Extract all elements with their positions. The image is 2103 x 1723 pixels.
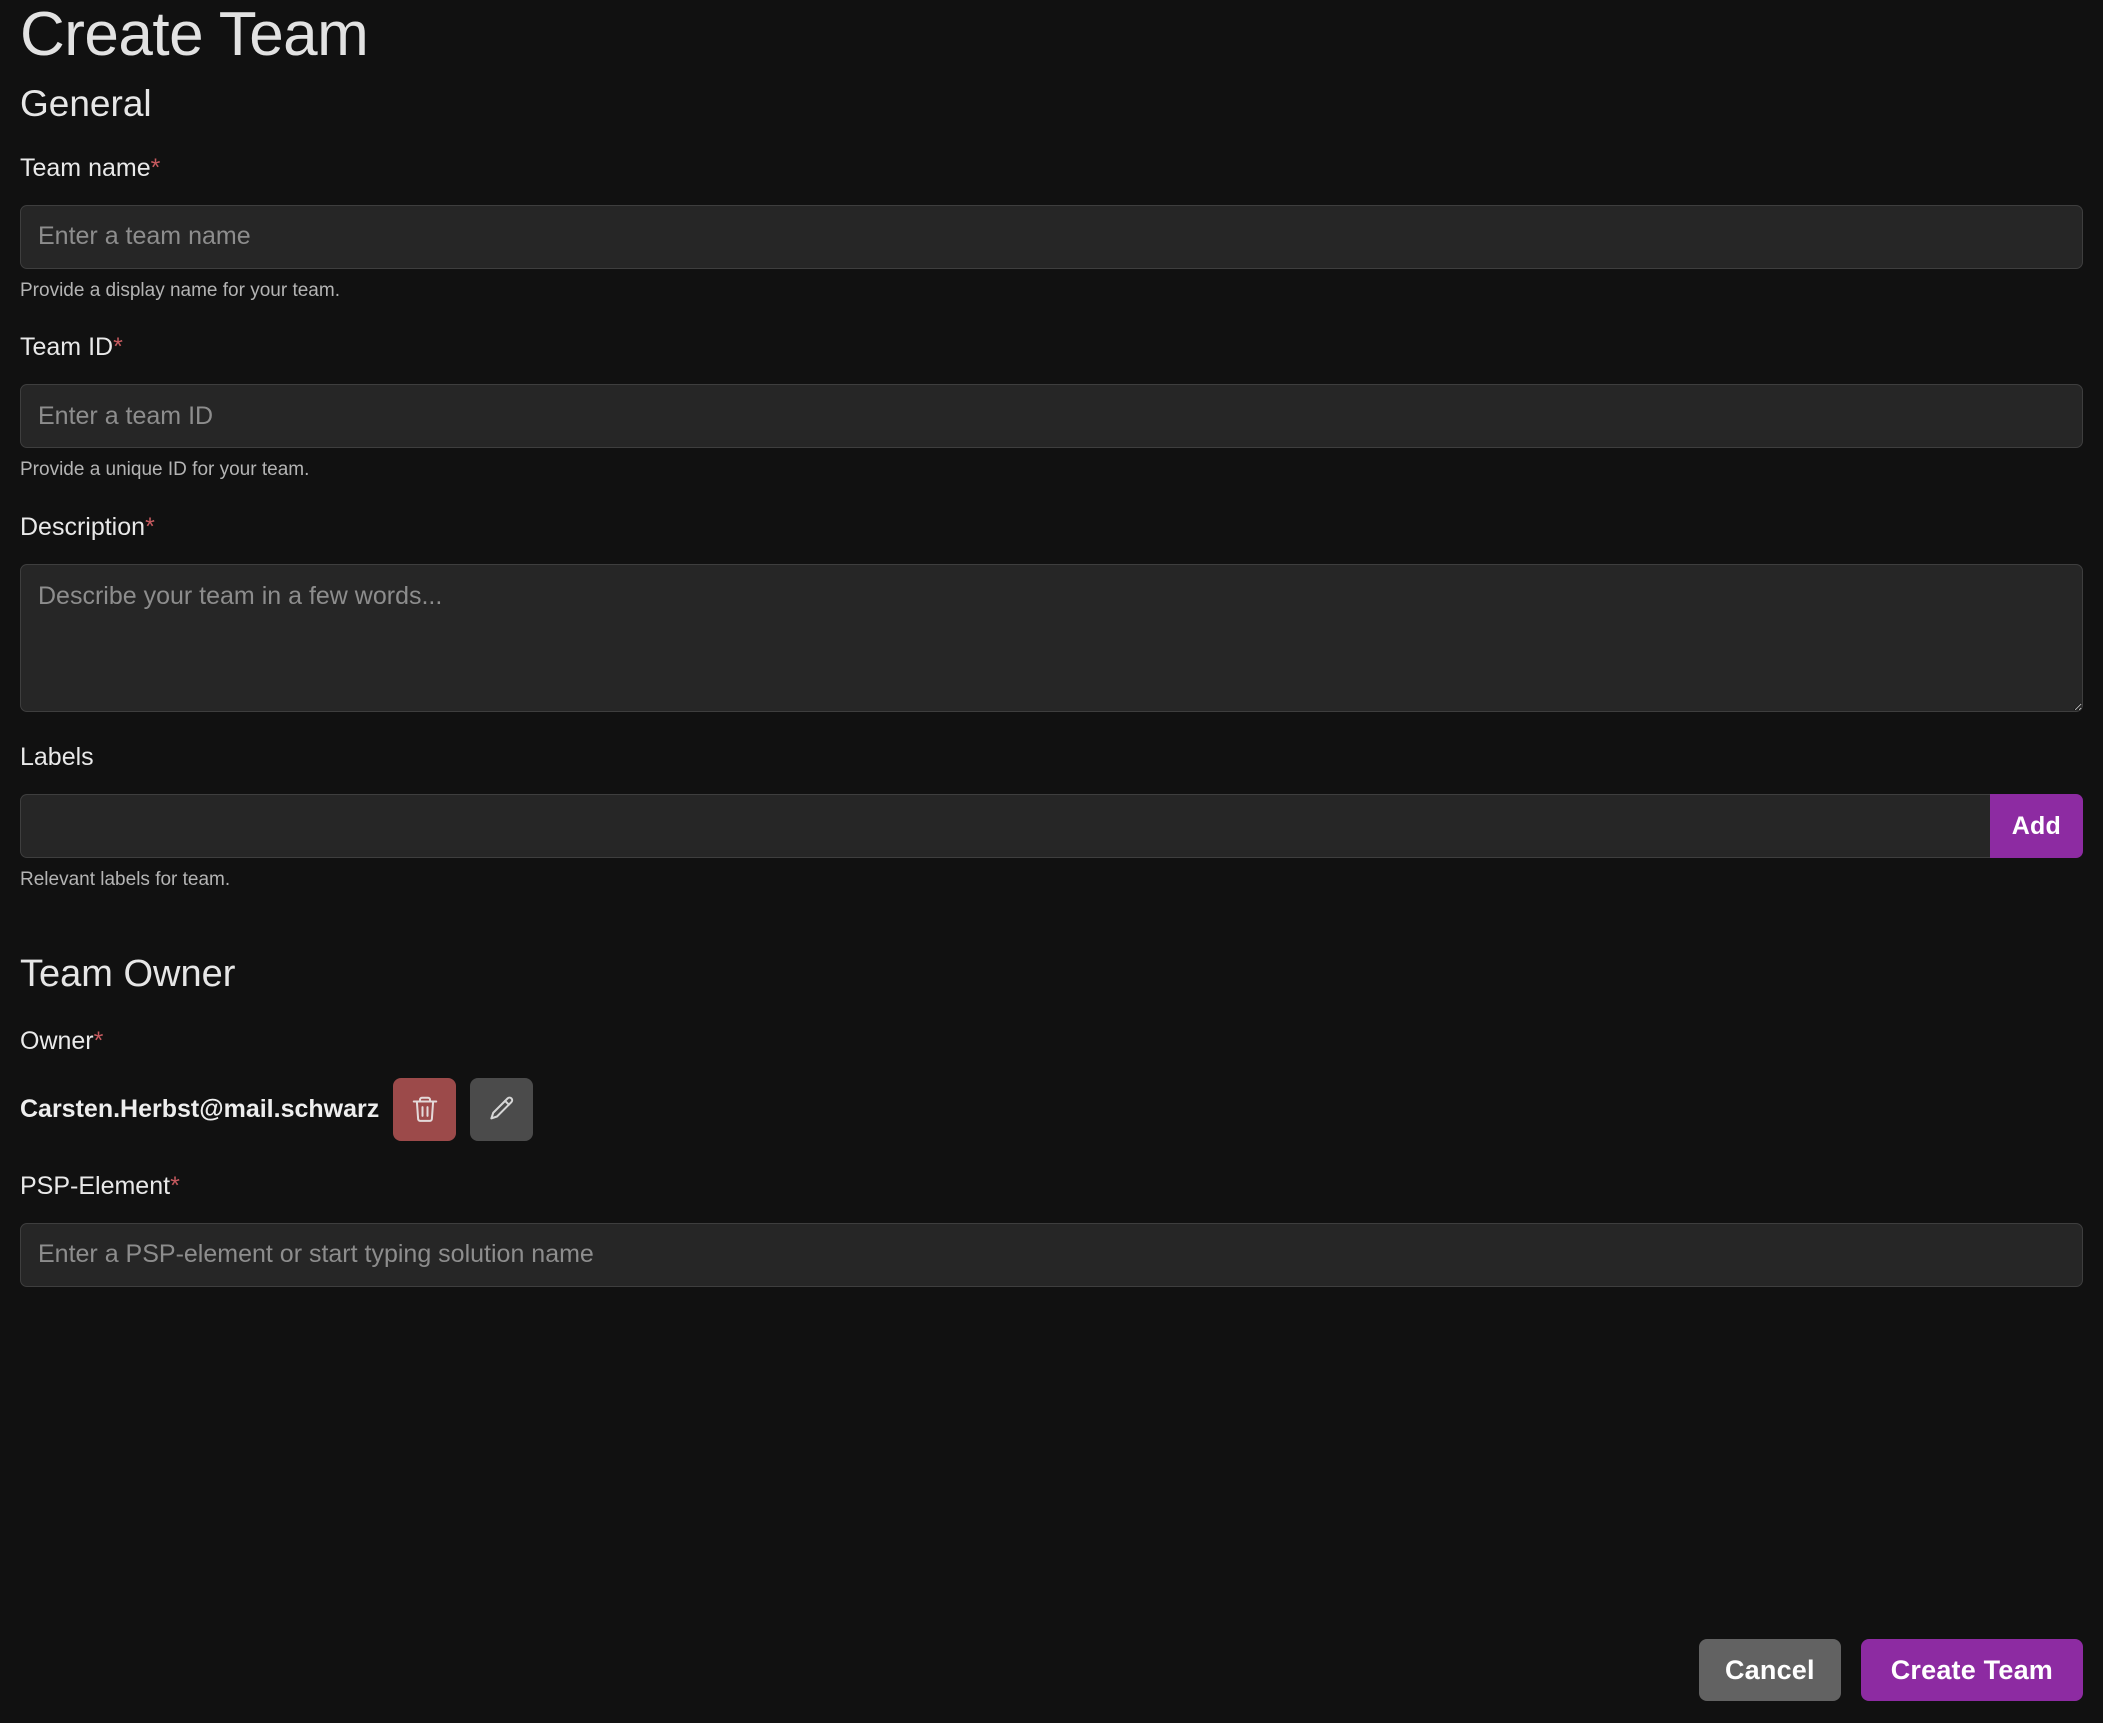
label-team-name: Team name*	[20, 153, 2083, 183]
section-heading-general: General	[20, 83, 152, 124]
psp-element-input[interactable]	[20, 1222, 2083, 1287]
label-team-name-text: Team name	[20, 153, 151, 182]
field-owner: Owner* Carsten.Herbst@mail.schwarz	[20, 1026, 2083, 1141]
field-labels: Labels Add Relevant labels for team.	[20, 742, 2083, 892]
required-indicator-owner: *	[93, 1026, 104, 1055]
label-description: Description*	[20, 512, 2083, 542]
delete-owner-button[interactable]	[393, 1077, 457, 1141]
label-owner-text: Owner	[20, 1026, 94, 1055]
help-team-id: Provide a unique ID for your team.	[20, 459, 310, 481]
labels-input-group: Add	[20, 794, 2083, 859]
cancel-button[interactable]: Cancel	[1698, 1639, 1841, 1701]
label-team-id-text: Team ID	[20, 333, 114, 362]
required-indicator-team-name: *	[150, 153, 161, 182]
pencil-icon	[487, 1094, 517, 1124]
field-team-name: Team name* Provide a display name for yo…	[20, 153, 2083, 303]
create-team-button[interactable]: Create Team	[1860, 1639, 2083, 1701]
section-heading-team-owner: Team Owner	[20, 953, 236, 996]
help-team-name: Provide a display name for your team.	[20, 279, 340, 301]
field-description: Description*	[20, 512, 2083, 713]
owner-email: Carsten.Herbst@mail.schwarz	[20, 1094, 380, 1123]
description-textarea[interactable]	[20, 564, 2083, 713]
required-indicator-description: *	[145, 513, 155, 542]
required-indicator-psp-element: *	[170, 1171, 180, 1200]
label-psp-element-text: PSP-Element	[20, 1171, 171, 1200]
label-owner: Owner*	[20, 1026, 2083, 1056]
label-team-id: Team ID*	[20, 332, 2083, 362]
page-title: Create Team	[20, 0, 369, 69]
owner-row: Carsten.Herbst@mail.schwarz	[20, 1077, 2083, 1141]
label-psp-element: PSP-Element*	[20, 1171, 2083, 1201]
label-description-text: Description	[20, 513, 146, 542]
footer-actions: Cancel Create Team	[1698, 1639, 2083, 1701]
edit-owner-button[interactable]	[470, 1077, 534, 1141]
label-labels: Labels	[20, 743, 94, 772]
trash-icon	[410, 1093, 440, 1125]
help-labels: Relevant labels for team.	[20, 869, 231, 891]
add-label-button[interactable]: Add	[1989, 794, 2083, 859]
required-indicator-team-id: *	[113, 333, 123, 362]
field-team-id: Team ID* Provide a unique ID for your te…	[20, 332, 2083, 482]
labels-input[interactable]	[20, 794, 1990, 859]
create-team-page: Create Team General Team name* Provide a…	[0, 0, 2103, 1723]
field-psp-element: PSP-Element*	[20, 1171, 2083, 1287]
team-id-input[interactable]	[20, 384, 2083, 449]
team-name-input[interactable]	[20, 204, 2083, 269]
